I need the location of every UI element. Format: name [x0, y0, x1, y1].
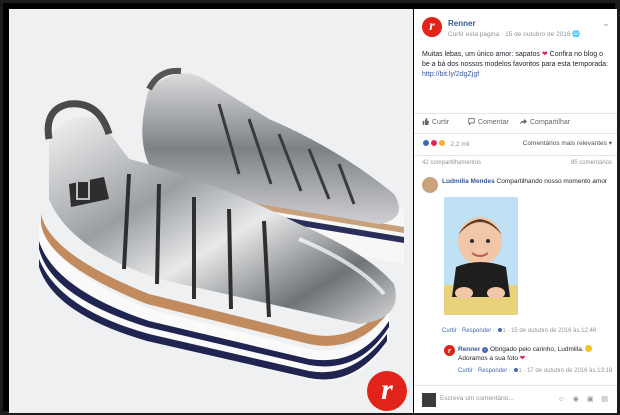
dot: · — [493, 328, 496, 334]
love-reaction-icon — [429, 139, 438, 147]
comment-icon — [468, 118, 475, 125]
divider — [414, 133, 617, 134]
dot: · — [507, 328, 510, 334]
dot: · — [474, 368, 477, 374]
follow-page-link[interactable]: Curtir esta página — [448, 31, 499, 38]
page-name-link[interactable]: Renner — [448, 19, 476, 28]
composer-icons[interactable]: ☺ ◉ ▣ ▤ — [558, 395, 611, 403]
comment-button[interactable]: Comentar — [468, 118, 509, 126]
share-button[interactable]: Compartilhar — [520, 118, 570, 126]
divider — [414, 155, 617, 156]
comment-photo[interactable] — [444, 197, 518, 315]
commenter-name[interactable]: Ludmilla Mendes — [442, 178, 495, 185]
smile-emoji-icon — [585, 345, 593, 352]
shares-count[interactable]: 42 compartilhamentos — [422, 160, 481, 166]
verified-badge-icon: ✓ — [482, 347, 489, 353]
comment-like-count[interactable]: 1 — [502, 328, 505, 334]
like-button[interactable]: Curtir — [422, 118, 449, 126]
heart-icon: ❤ — [541, 51, 548, 58]
post-meta: Curtir esta página · 15 de outubro de 20… — [448, 30, 580, 38]
post-text-part1: Muitas lebas, um único amor: sapatos — [422, 51, 540, 58]
post-side-panel: r Renner Curtir esta página · 15 de outu… — [414, 9, 617, 413]
comment-footer: Curtir · Responder · 1 · 15 de outubro d… — [442, 327, 612, 335]
reply-like-count[interactable]: 1 — [518, 368, 521, 374]
reply-like-link[interactable]: Curtir — [458, 368, 473, 374]
meta-separator: · — [501, 31, 504, 38]
reply-reply-link[interactable]: Responder — [478, 368, 507, 374]
post-link[interactable]: http://bit.ly/2dgZjgf — [422, 71, 479, 78]
reply-footer: Curtir · Responder · 1 · 17 de outubro d… — [458, 367, 613, 375]
reaction-count[interactable]: 2,2 mil — [450, 141, 469, 148]
comment-sort-dropdown[interactable]: Comentários mais relevantes ▾ — [523, 139, 612, 147]
replier-avatar[interactable]: r — [444, 345, 455, 356]
post-actions: Curtir Comentar Compartilhar — [414, 117, 617, 131]
thumbs-up-icon — [422, 118, 429, 125]
comment-reply-link[interactable]: Responder — [462, 328, 491, 334]
post-options-icon[interactable]: ⌄ — [600, 17, 612, 29]
comments-count[interactable]: 85 comentários — [571, 160, 612, 166]
comment-label: Comentar — [478, 119, 509, 126]
comment-body: Ludmilla Mendes Compartilhando nosso mom… — [442, 177, 612, 186]
viewer-avatar — [422, 393, 436, 407]
comment-input[interactable]: Escreva um comentário... — [440, 395, 514, 402]
commenter-avatar[interactable] — [422, 177, 438, 193]
dot: · — [458, 328, 461, 334]
divider — [414, 113, 617, 114]
comment-like-link[interactable]: Curtir — [442, 328, 457, 334]
wow-reaction-icon — [437, 139, 446, 147]
dot: · — [523, 368, 526, 374]
like-reaction-icon — [422, 139, 430, 147]
comment-time[interactable]: 15 de outubro de 2016 às 12:46 — [511, 328, 596, 334]
page-avatar[interactable]: r — [422, 17, 442, 37]
globe-icon: 🌐 — [572, 31, 581, 38]
comment-composer: Escreva um comentário... ☺ ◉ ▣ ▤ — [414, 385, 617, 413]
like-label: Curtir — [432, 119, 450, 126]
reply-body: Renner ✓ Obrigado pelo carinho, Ludmilla… — [458, 345, 608, 363]
viewer-frame: r r Renner Curtir esta página · 15 de ou… — [3, 3, 617, 413]
share-icon — [520, 118, 527, 125]
share-label: Compartilhar — [530, 119, 571, 126]
shoes-image — [39, 67, 404, 381]
baby-photo — [444, 197, 518, 315]
comment: Ludmilla Mendes Compartilhando nosso mom… — [422, 177, 612, 337]
reply-time[interactable]: 17 de outubro de 2016 às 13:18 — [527, 368, 612, 374]
post-header: r Renner Curtir esta página · 15 de outu… — [422, 17, 612, 47]
replier-name[interactable]: Renner — [458, 346, 480, 353]
post-text: Muitas lebas, um único amor: sapatos ❤ C… — [422, 50, 612, 80]
comment-text: Compartilhando nosso momento amor — [496, 178, 608, 185]
reply-text-2: Adoramos a sua foto — [458, 355, 518, 362]
reactions-bar[interactable]: 2,2 mil Comentários mais relevantes ▾ — [422, 139, 612, 151]
post-date[interactable]: 15 de outubro de 2016 — [505, 31, 570, 38]
engagement-counts: 42 compartilhamentos 85 comentários — [422, 160, 612, 166]
reply-text: Obrigado pelo carinho, Ludmilla. — [490, 346, 584, 353]
dot: · — [509, 368, 512, 374]
post-photo[interactable]: r — [9, 9, 413, 413]
comment-reply: r Renner ✓ Obrigado pelo carinho, Ludmil… — [444, 345, 614, 385]
renner-logo: r — [367, 371, 407, 411]
heart-icon: ❤ — [519, 355, 526, 362]
